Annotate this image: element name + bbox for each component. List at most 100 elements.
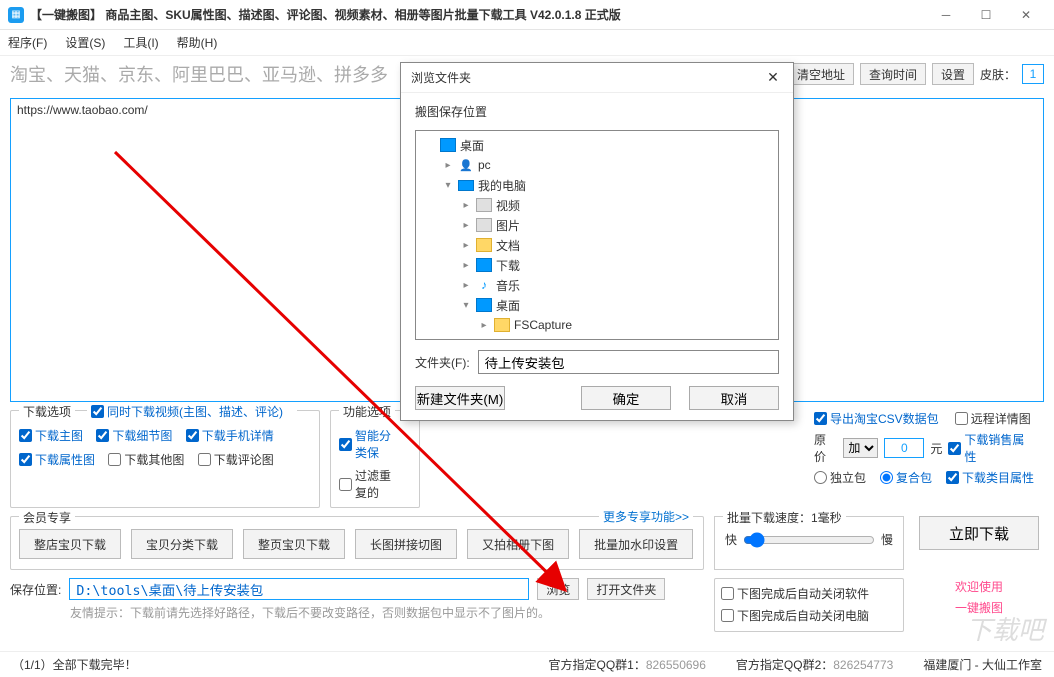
btn-whole-page[interactable]: 整页宝贝下载: [243, 529, 345, 559]
menu-tools[interactable]: 工具(I): [123, 34, 158, 51]
menu-settings[interactable]: 设置(S): [65, 34, 105, 51]
tree-node[interactable]: ▸ 图片: [418, 215, 776, 235]
folder-name-label: 文件夹(F):: [415, 354, 470, 371]
maximize-button[interactable]: ☐: [966, 1, 1006, 29]
btn-category[interactable]: 宝贝分类下载: [131, 529, 233, 559]
member-row: 会员专享 更多专享功能>> 整店宝贝下载 宝贝分类下载 整页宝贝下载 长图拼接切…: [0, 512, 1054, 574]
speed-slow-label: 慢: [881, 531, 893, 548]
member-group: 会员专享 更多专享功能>> 整店宝贝下载 宝贝分类下载 整页宝贝下载 长图拼接切…: [10, 516, 704, 570]
welcome-line2: 一键搬图: [914, 599, 1044, 616]
speed-slider[interactable]: [743, 532, 875, 548]
radio-single[interactable]: 独立包: [814, 469, 866, 486]
dialog-close-button[interactable]: ✕: [763, 69, 783, 86]
chk-catattr[interactable]: 下载类目属性: [946, 469, 1034, 486]
tree-node-label: 视频: [496, 197, 520, 214]
video-icon: [476, 218, 492, 232]
btn-watermark[interactable]: 批量加水印设置: [579, 529, 693, 559]
chk-smart[interactable]: 智能分类保: [339, 427, 401, 461]
func-options-group: 功能选项 智能分类保 过滤重复的: [330, 410, 420, 508]
music-icon: [476, 278, 492, 292]
folder-name-input[interactable]: [478, 350, 779, 374]
tree-node-label: 文档: [496, 237, 520, 254]
tree-node-label: 图片: [496, 217, 520, 234]
more-features-link[interactable]: 更多专享功能>>: [599, 508, 693, 525]
desktop-icon: [476, 298, 492, 312]
dialog-cancel-button[interactable]: 取消: [689, 386, 779, 410]
dialog-title: 浏览文件夹: [411, 69, 763, 86]
expand-icon[interactable]: ▸: [442, 160, 454, 171]
save-label: 保存位置:: [10, 581, 61, 598]
settings-button[interactable]: 设置: [932, 63, 974, 85]
chk-saleattr[interactable]: 下载销售属性: [948, 431, 1034, 465]
expand-icon[interactable]: ▸: [460, 280, 472, 291]
statusbar: （1/1）全部下载完毕！ 官方指定QQ群1：826550696 官方指定QQ群2…: [0, 651, 1054, 677]
close-button[interactable]: ✕: [1006, 1, 1046, 29]
expand-icon[interactable]: ▾: [442, 180, 454, 191]
menu-help[interactable]: 帮助(H): [177, 34, 218, 51]
speed-fast-label: 快: [725, 531, 737, 548]
radio-combo[interactable]: 复合包: [880, 469, 932, 486]
pc-icon: [458, 158, 474, 172]
func-options-title: 功能选项: [339, 403, 395, 420]
menu-program[interactable]: 程序(F): [8, 34, 47, 51]
chk-attr[interactable]: 下载属性图: [19, 451, 95, 468]
desktop-icon: [440, 138, 456, 152]
chk-other[interactable]: 下载其他图: [108, 451, 184, 468]
tree-node[interactable]: ▸ 文档: [418, 235, 776, 255]
dialog-ok-button[interactable]: 确定: [581, 386, 671, 410]
tree-node-label: 我的电脑: [478, 177, 526, 194]
download-icon: [476, 258, 492, 272]
tree-node[interactable]: ▸ 视频: [418, 195, 776, 215]
expand-icon[interactable]: ▾: [460, 300, 472, 311]
menubar: 程序(F) 设置(S) 工具(I) 帮助(H): [0, 30, 1054, 56]
tree-node[interactable]: ▸ 下载: [418, 255, 776, 275]
expand-icon[interactable]: ▸: [478, 320, 490, 331]
expand-icon[interactable]: ▸: [460, 240, 472, 251]
expand-icon[interactable]: ▸: [460, 260, 472, 271]
chk-shutdown[interactable]: 下图完成后自动关闭电脑: [721, 607, 869, 624]
clear-url-button[interactable]: 清空地址: [788, 63, 854, 85]
btn-longimg[interactable]: 长图拼接切图: [355, 529, 457, 559]
btn-whole-shop[interactable]: 整店宝贝下载: [19, 529, 121, 559]
save-path-input[interactable]: [69, 578, 529, 600]
expand-icon[interactable]: ▸: [460, 200, 472, 211]
price-op-select[interactable]: 加: [843, 438, 878, 458]
skin-value[interactable]: 1: [1022, 64, 1044, 84]
status-location: 福建厦门 - 大仙工作室: [923, 656, 1042, 673]
dialog-titlebar: 浏览文件夹 ✕: [401, 63, 793, 93]
chk-close-app[interactable]: 下图完成后自动关闭软件: [721, 585, 869, 602]
btn-youpai[interactable]: 又拍相册下图: [467, 529, 569, 559]
tree-node[interactable]: ▾ 我的电脑: [418, 175, 776, 195]
query-time-button[interactable]: 查询时间: [860, 63, 926, 85]
tree-node[interactable]: ▸ pc: [418, 155, 776, 175]
chk-detail[interactable]: 下载细节图: [96, 427, 172, 444]
tree-node[interactable]: ▾桌面: [418, 295, 776, 315]
price-value-input[interactable]: [884, 438, 924, 458]
welcome-line1: 欢迎使用: [914, 578, 1044, 595]
tree-node[interactable]: ▸FSCapture: [418, 315, 776, 335]
tree-node[interactable]: 桌面: [418, 135, 776, 155]
open-folder-button[interactable]: 打开文件夹: [587, 578, 665, 600]
chk-sync-video[interactable]: 同时下载视频(主图、描述、评论): [91, 403, 283, 420]
expand-icon[interactable]: ▸: [460, 220, 472, 231]
chk-main[interactable]: 下载主图: [19, 427, 83, 444]
chk-mobile[interactable]: 下载手机详情: [186, 427, 274, 444]
status-progress: （1/1）全部下载完毕！: [12, 656, 137, 673]
chk-comment[interactable]: 下载评论图: [198, 451, 274, 468]
browse-button[interactable]: 浏览: [537, 578, 579, 600]
computer-icon: [458, 180, 474, 191]
save-section: 保存位置: 浏览 打开文件夹 友情提示：下载前请先选择好路径，下载后不要改变路径…: [0, 574, 1054, 636]
folder-tree[interactable]: 桌面 ▸ pc ▾ 我的电脑 ▸ 视频 ▸ 图片 ▸ 文档 ▸ 下载▸音乐▾桌面▸FSCapture: [415, 130, 779, 340]
new-folder-button[interactable]: 新建文件夹(M): [415, 386, 505, 410]
tree-node[interactable]: ▸音乐: [418, 275, 776, 295]
minimize-button[interactable]: ─: [926, 1, 966, 29]
start-download-button[interactable]: 立即下载: [919, 516, 1039, 550]
chk-filter[interactable]: 过滤重复的: [339, 467, 401, 501]
save-tip: 友情提示：下载前请先选择好路径，下载后不要改变路径，否则数据包中显示不了图片的。: [10, 604, 704, 621]
chk-csv[interactable]: 导出淘宝CSV数据包: [814, 410, 939, 427]
options-row: 下载选项 同时下载视频(主图、描述、评论) 下载主图 下载细节图 下载手机详情 …: [0, 406, 1054, 512]
tree-node-label: 下载: [496, 257, 520, 274]
chk-remote[interactable]: 远程详情图: [955, 410, 1031, 427]
speed-title: 批量下载速度：1毫秒: [723, 509, 846, 526]
tree-node-label: pc: [478, 158, 491, 172]
